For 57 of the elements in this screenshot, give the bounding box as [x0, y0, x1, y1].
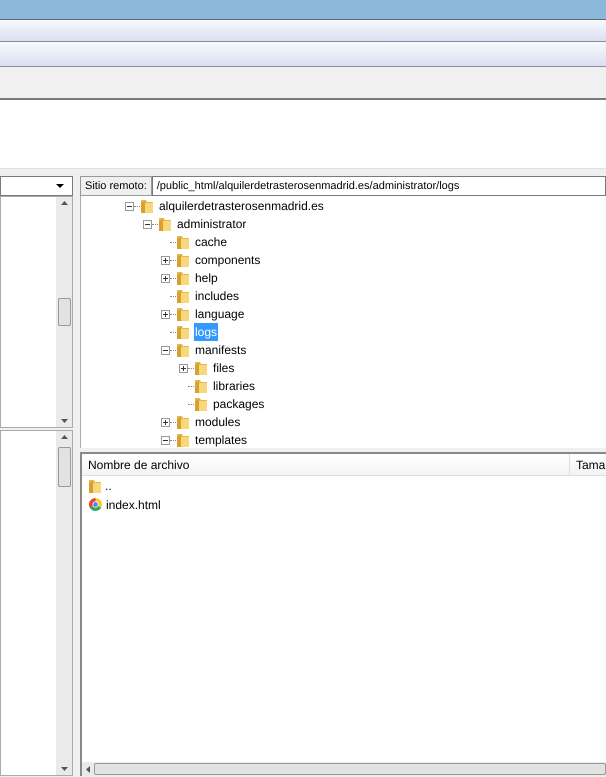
scroll-down-icon[interactable] [60, 419, 68, 423]
tree-item[interactable]: templates [194, 431, 248, 448]
scrollbar-thumb[interactable] [58, 447, 70, 487]
tree-item[interactable]: modules [194, 413, 242, 431]
expand-icon[interactable] [161, 256, 170, 264]
folder-icon [140, 198, 154, 214]
file-name[interactable]: .. [105, 476, 112, 494]
folder-icon [176, 432, 190, 448]
tree-item[interactable]: manifests [194, 341, 248, 359]
folder-icon [176, 324, 190, 340]
scrollbar-thumb[interactable] [94, 763, 606, 775]
column-header[interactable]: Tama [570, 454, 606, 475]
scroll-up-icon[interactable] [60, 435, 68, 439]
folder-icon [158, 216, 172, 232]
tree-item[interactable]: packages [212, 395, 266, 413]
scroll-down-icon[interactable] [60, 767, 68, 771]
tree-item[interactable]: libraries [212, 377, 256, 395]
folder-icon [176, 234, 190, 250]
expand-icon[interactable] [161, 418, 170, 426]
column-header[interactable]: Nombre de archivo [82, 454, 570, 475]
browser-icon [88, 497, 103, 512]
expand-icon[interactable] [179, 364, 188, 372]
scroll-up-icon[interactable] [60, 201, 68, 205]
expand-icon[interactable] [161, 274, 170, 282]
file-name[interactable]: index.html [106, 496, 161, 514]
remote-site-label: Sitio remoto: [80, 176, 152, 196]
collapse-icon[interactable] [125, 202, 134, 210]
remote-path-field[interactable]: /public_html/alquilerdetrasterosenmadrid.es/administrator/logs [152, 176, 606, 196]
tree-item[interactable]: help [194, 269, 219, 287]
vertical-scrollbar[interactable] [56, 431, 72, 775]
scrollbar-thumb[interactable] [58, 298, 70, 326]
vertical-scrollbar[interactable] [56, 197, 72, 427]
folder-icon [176, 306, 190, 322]
tree-item[interactable]: alquilerdetrasterosenmadrid.es [158, 197, 325, 215]
folder-icon [194, 378, 208, 394]
expand-icon[interactable] [161, 310, 170, 318]
dropdown-arrow-icon [56, 184, 64, 188]
scroll-left-icon[interactable] [86, 766, 90, 772]
tree-item[interactable]: includes [194, 287, 240, 305]
folder-icon [176, 270, 190, 286]
folder-icon [176, 252, 190, 268]
folder-icon [194, 396, 208, 412]
horizontal-scrollbar[interactable] [82, 762, 606, 776]
tree-item[interactable]: language [194, 305, 246, 323]
collapse-icon[interactable] [161, 436, 170, 444]
folder-icon [176, 342, 190, 358]
folder-icon [176, 414, 190, 430]
folder-icon [176, 288, 190, 304]
collapse-icon[interactable] [143, 220, 152, 228]
tree-item[interactable]: files [212, 359, 236, 377]
tree-item[interactable]: administrator [176, 215, 248, 233]
tree-item[interactable]: cache [194, 233, 228, 251]
local-site-dropdown[interactable] [0, 176, 73, 196]
folder-icon [88, 478, 102, 494]
folder-icon [194, 360, 208, 376]
collapse-icon[interactable] [161, 346, 170, 354]
tree-item[interactable]: components [194, 251, 262, 269]
